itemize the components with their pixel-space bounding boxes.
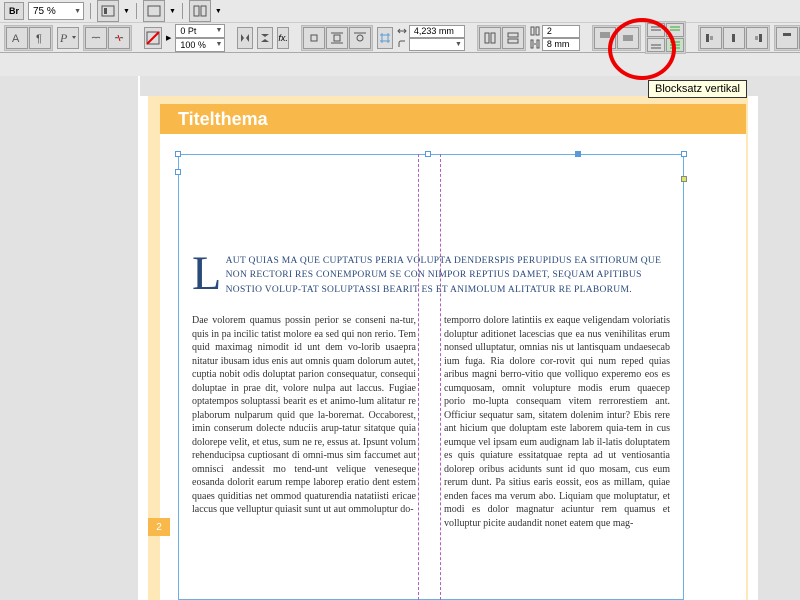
workspace[interactable]: Titelthema 2 L AUT QUIAS MA QUE CUPTATUS…: [0, 76, 800, 600]
frame-out-port[interactable]: [681, 176, 687, 182]
wrap-bbox-icon[interactable]: [326, 27, 348, 49]
arrange-icon[interactable]: [189, 0, 211, 22]
svg-text:P: P: [59, 31, 68, 45]
frame-in-port[interactable]: [175, 169, 181, 175]
screen-mode-icon[interactable]: [143, 0, 165, 22]
stroke-weight-input[interactable]: 0 Pt: [175, 24, 225, 38]
column-guide: [440, 154, 441, 600]
para-icon[interactable]: ¶: [29, 27, 51, 49]
align-left-icon[interactable]: [700, 27, 722, 49]
link-icon[interactable]: [85, 27, 107, 49]
flip-v-icon[interactable]: [257, 27, 273, 49]
align-top-icon[interactable]: [776, 27, 798, 49]
cols-input[interactable]: 2: [542, 25, 580, 38]
cols-icon[interactable]: [479, 27, 501, 49]
toolbar-row-main: A ¶ P ▶ 0 Pt 100 % fx. 4,233 mm 2 8 mm: [0, 22, 800, 52]
toolbar-row-top: Br 75 % ▼ ▼ ▼: [0, 0, 800, 22]
valign-center-icon[interactable]: [617, 27, 639, 49]
body-column-2: temporro dolore latintiis ex eaque velig…: [444, 314, 670, 530]
scale-input[interactable]: 100 %: [175, 38, 225, 52]
lead-text: AUT QUIAS MA QUE CUPTATUS PERIA VOLUPTA …: [226, 256, 662, 295]
tooltip: Blocksatz vertikal: [648, 80, 747, 98]
column-guide: [418, 154, 419, 600]
break-link-icon[interactable]: [108, 27, 130, 49]
bridge-button[interactable]: Br: [4, 2, 24, 20]
effects-icon[interactable]: fx.: [277, 27, 289, 49]
lead-paragraph: L AUT QUIAS MA QUE CUPTATUS PERIA VOLUPT…: [192, 254, 670, 297]
valign-top-icon[interactable]: [594, 27, 616, 49]
width-icon: [397, 26, 407, 36]
corner-dropdown[interactable]: [409, 38, 465, 51]
frame-handle[interactable]: [425, 151, 431, 157]
corner-icon: [397, 39, 407, 49]
flip-h-icon[interactable]: [237, 27, 253, 49]
zoom-dropdown[interactable]: 75 %: [28, 2, 84, 20]
valign-justify-top-icon[interactable]: [666, 23, 684, 37]
width-input[interactable]: 4,233 mm: [409, 25, 465, 38]
frame-handle[interactable]: [681, 151, 687, 157]
cols-vert-icon[interactable]: [502, 27, 524, 49]
svg-text:¶: ¶: [36, 33, 42, 45]
valign-group-highlighted: [645, 21, 686, 54]
wrap-shape-icon[interactable]: [349, 27, 371, 49]
align-right-icon[interactable]: [746, 27, 768, 49]
stroke-none-icon[interactable]: [144, 27, 162, 49]
svg-text:A: A: [12, 33, 20, 45]
frame-handle[interactable]: [175, 151, 181, 157]
frame-handle[interactable]: [575, 151, 581, 157]
char-icon[interactable]: A: [6, 27, 28, 49]
wrap-none-icon[interactable]: [303, 27, 325, 49]
body-column-1: Dae volorem quamus possin perior se cons…: [192, 314, 416, 517]
page-number: 2: [148, 518, 170, 536]
crop-icon[interactable]: [377, 27, 393, 49]
drop-cap: L: [192, 254, 226, 294]
page-header: Titelthema: [160, 104, 746, 134]
view-mode-icon[interactable]: [97, 0, 119, 22]
align-hcenter-icon[interactable]: [723, 27, 745, 49]
gutter-input[interactable]: 8 mm: [542, 38, 580, 51]
char-style-group: A ¶: [4, 25, 53, 51]
valign-top-alt-icon[interactable]: [647, 23, 665, 37]
page-setup-icon[interactable]: P: [57, 27, 79, 49]
valign-bottom-icon[interactable]: [647, 38, 665, 52]
valign-justify-icon[interactable]: [666, 38, 684, 52]
